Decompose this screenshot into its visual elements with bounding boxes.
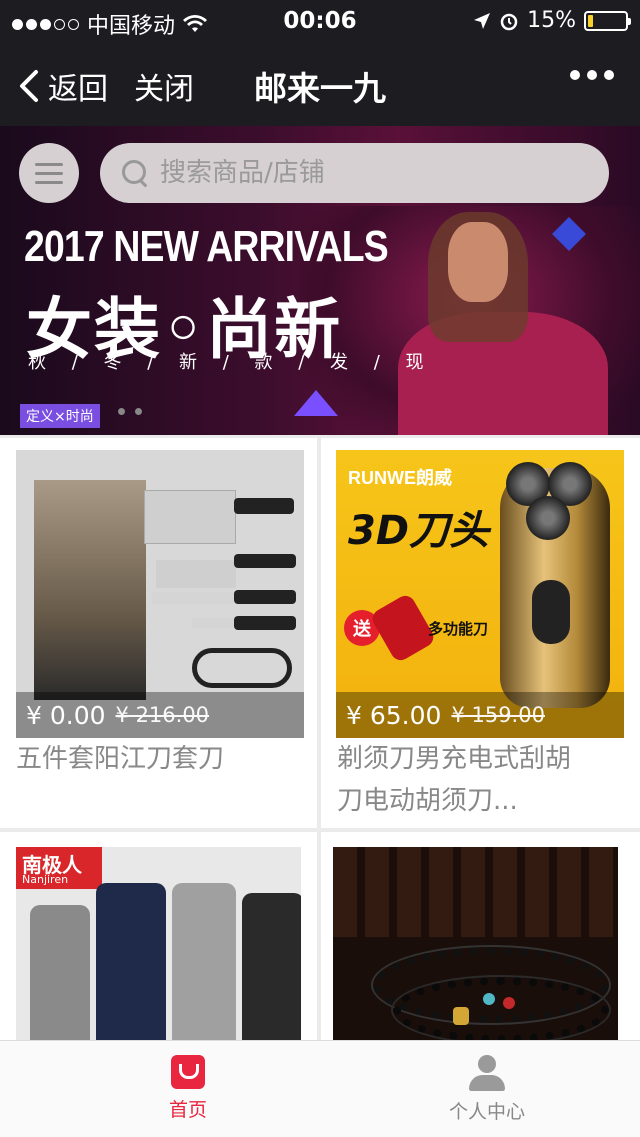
product-image-shaver: RUNWE朗威 3D刀头 送 多功能刀 ¥ 65.00 ¥ 159.00 — [336, 450, 624, 738]
tab-home[interactable]: 首页 — [128, 1041, 248, 1137]
product-image-bracelet — [333, 847, 618, 1052]
carousel-indicator[interactable] — [118, 408, 142, 415]
alarm-icon — [500, 13, 518, 30]
status-right: 15% — [473, 8, 631, 33]
search-bar[interactable] — [100, 143, 609, 203]
product-image-underwear: 南极人 Nanjiren — [16, 847, 301, 1052]
promo-banner[interactable]: 2017 NEW ARRIVALS 女装◦尚新 秋 / 冬 / 新 / 款 / … — [0, 126, 640, 435]
gift-label: 多功能刀 — [428, 620, 489, 638]
product-card[interactable]: RUNWE朗威 3D刀头 送 多功能刀 ¥ 65.00 ¥ 159.00 剃须刀… — [321, 438, 640, 828]
product-original-price: ¥ 216.00 — [115, 703, 210, 727]
tab-profile[interactable]: 个人中心 — [427, 1041, 547, 1137]
battery-percent: 15% — [527, 8, 576, 33]
tab-bar: 首页 个人中心 — [0, 1040, 640, 1137]
shaver-brand-label: RUNWE朗威 — [348, 468, 452, 488]
shaver-headline: 3D刀头 — [348, 508, 490, 554]
product-image-knife-set: ¥ 0.00 ¥ 216.00 — [16, 450, 304, 738]
category-menu-button[interactable] — [19, 143, 79, 203]
page-title: 邮来一九 — [254, 69, 386, 108]
banner-tagline: 秋 / 冬 / 新 / 款 / 发 / 现 — [28, 352, 434, 373]
banner-triangle-decoration — [294, 390, 338, 416]
product-original-price: ¥ 159.00 — [451, 703, 545, 727]
search-icon — [120, 158, 150, 188]
tab-profile-label: 个人中心 — [448, 1101, 525, 1123]
status-bar: 中国移动 00:06 15% — [0, 0, 640, 40]
nav-bar: 返回 关闭 邮来一九 — [0, 40, 640, 126]
product-price: ¥ 0.00 — [26, 700, 106, 730]
product-price: ¥ 65.00 — [346, 700, 442, 730]
price-overlay: ¥ 0.00 ¥ 216.00 — [16, 692, 304, 738]
user-icon — [467, 1055, 507, 1091]
location-arrow-icon — [474, 12, 491, 29]
product-name: 剃须刀男充电式刮胡刀电动胡须刀... — [337, 744, 572, 816]
banner-tag: 定义×时尚 — [20, 404, 100, 428]
banner-model-image — [388, 212, 618, 435]
product-card[interactable] — [321, 832, 640, 1052]
product-card[interactable]: ¥ 0.00 ¥ 216.00 五件套阳江刀套刀 — [0, 438, 317, 828]
battery-icon — [584, 10, 631, 31]
top-bar: 中国移动 00:06 15% 返回 关闭 邮来一九 — [0, 0, 640, 126]
more-dots-icon[interactable] — [570, 70, 614, 80]
product-name: 五件套阳江刀套刀 — [16, 744, 225, 774]
tab-home-label: 首页 — [168, 1099, 207, 1121]
banner-headline: 2017 NEW ARRIVALS — [24, 222, 389, 271]
home-shop-icon — [171, 1055, 205, 1089]
brand-logo-sublabel: Nanjiren — [22, 873, 69, 886]
search-input[interactable] — [158, 157, 582, 189]
product-card[interactable]: 南极人 Nanjiren — [0, 832, 317, 1052]
price-overlay: ¥ 65.00 ¥ 159.00 — [336, 692, 624, 738]
